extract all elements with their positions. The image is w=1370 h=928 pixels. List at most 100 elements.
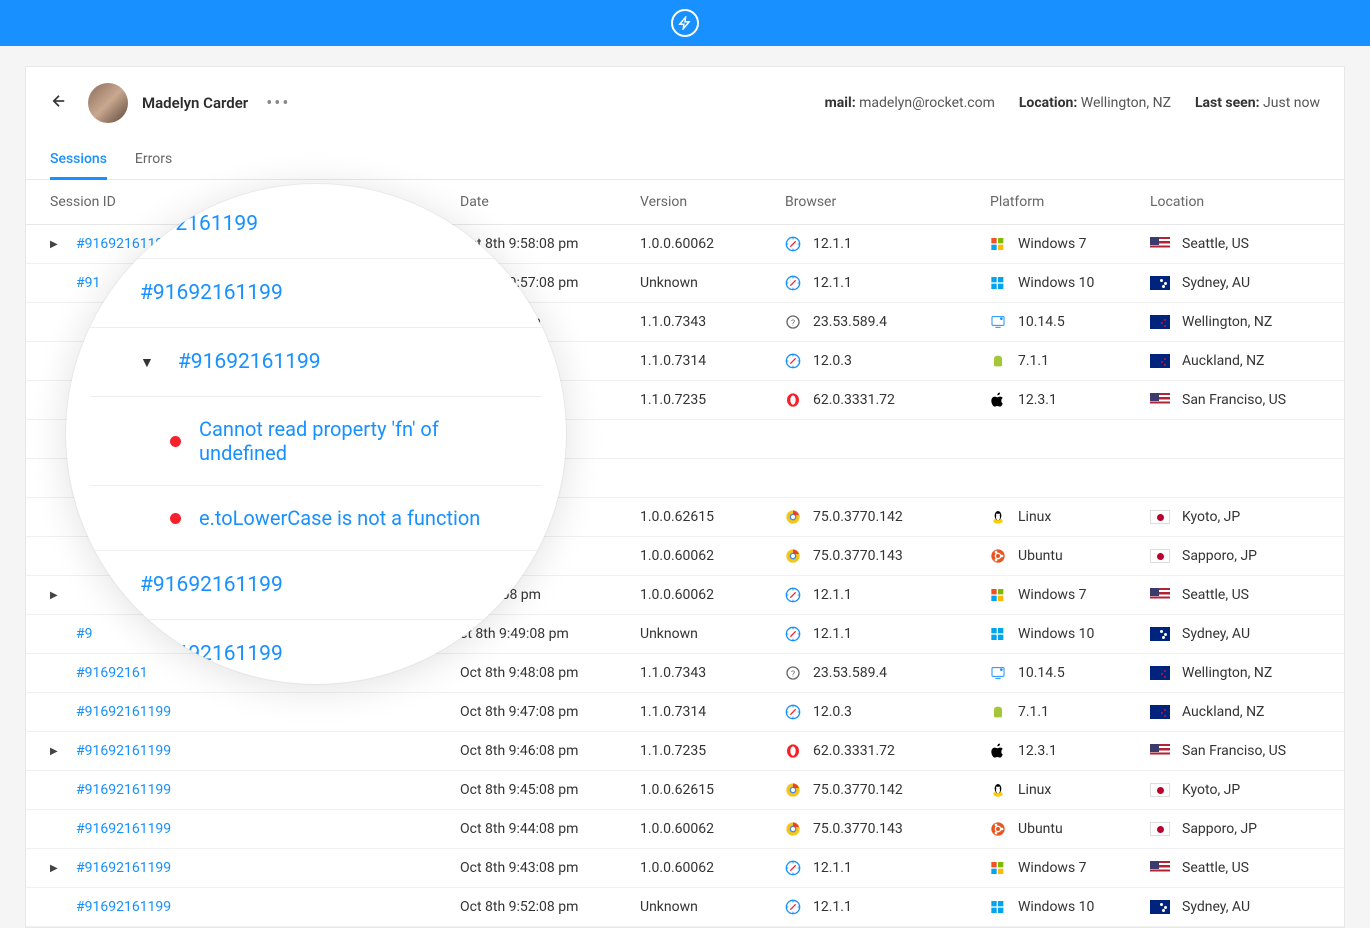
- session-id-link[interactable]: #91692161: [76, 665, 148, 681]
- chevron-down-icon[interactable]: ▼: [140, 354, 154, 371]
- session-id-link[interactable]: #91692161199: [76, 704, 171, 720]
- cell-platform: 7.1.1: [990, 704, 1150, 720]
- expand-icon[interactable]: ▶: [50, 863, 64, 874]
- mag-session-row[interactable]: #91692161199: [90, 551, 542, 620]
- cell-version: 1.0.0.60062: [640, 860, 785, 876]
- expand-icon[interactable]: ▶: [50, 239, 64, 250]
- browser-icon: [785, 353, 801, 369]
- table-row[interactable]: ▶#91692161199Oct 8th 9:46:08 pm1.1.0.723…: [26, 732, 1344, 771]
- cell-version: Unknown: [640, 275, 785, 291]
- meta-location: Location: Wellington, NZ: [1019, 95, 1171, 111]
- cell-location: San Franciso, US: [1150, 392, 1320, 408]
- cell-platform: [990, 470, 1150, 486]
- cell-platform: Windows 10: [990, 275, 1150, 291]
- cell-version: 1.0.0.62615: [640, 782, 785, 798]
- flag-icon: [1150, 354, 1170, 368]
- browser-icon: [785, 860, 801, 876]
- flag-icon: [1150, 588, 1170, 602]
- cell-date: ct 8th 9:49:08 pm: [460, 626, 640, 642]
- tabs: Sessions Errors: [26, 141, 1344, 180]
- platform-icon: [990, 392, 1006, 408]
- session-id-link[interactable]: #91: [76, 275, 100, 291]
- platform-icon: [990, 236, 1006, 252]
- cell-date: Oct 8th 9:44:08 pm: [460, 821, 640, 837]
- cell-browser: 75.0.3770.143: [785, 548, 990, 564]
- cell-version: 1.0.0.62615: [640, 509, 785, 525]
- session-id-link[interactable]: #91692161199: [76, 743, 171, 759]
- platform-icon: [990, 314, 1006, 330]
- platform-icon: [990, 743, 1006, 759]
- back-button[interactable]: [50, 92, 68, 114]
- cell-browser: 12.1.1: [785, 626, 990, 642]
- flag-icon: [1150, 666, 1170, 680]
- expand-icon[interactable]: ▶: [50, 746, 64, 757]
- session-id-link[interactable]: #9: [76, 626, 93, 642]
- platform-icon: [990, 470, 1006, 486]
- browser-icon: [785, 821, 801, 837]
- user-meta: mail: madelyn@rocket.com Location: Welli…: [825, 95, 1320, 111]
- cell-browser: 62.0.3331.72: [785, 392, 990, 408]
- flag-icon: [1150, 705, 1170, 719]
- cell-platform: Windows 10: [990, 626, 1150, 642]
- cell-date: Oct 8th 9:45:08 pm: [460, 782, 640, 798]
- session-id-link[interactable]: #91692161199: [76, 821, 171, 837]
- cell-browser: ?23.53.589.4: [785, 665, 990, 681]
- cell-browser: 75.0.3770.142: [785, 509, 990, 525]
- flag-icon: [1150, 237, 1170, 251]
- cell-version: Unknown: [640, 626, 785, 642]
- cell-browser: [785, 431, 990, 447]
- mag-session-row[interactable]: #91692161199: [90, 259, 542, 328]
- browser-icon: [785, 704, 801, 720]
- cell-location: Kyoto, JP: [1150, 782, 1320, 798]
- cell-platform: [990, 431, 1150, 447]
- platform-icon: [990, 275, 1006, 291]
- platform-icon: [990, 431, 1006, 447]
- platform-icon: [990, 353, 1006, 369]
- expand-icon[interactable]: ▶: [50, 590, 64, 601]
- cell-browser: ?23.53.589.4: [785, 314, 990, 330]
- table-row[interactable]: #91692161199Oct 8th 9:47:08 pm1.1.0.7314…: [26, 693, 1344, 732]
- session-id-link[interactable]: #91692161199: [76, 782, 171, 798]
- browser-icon: ?: [785, 665, 801, 681]
- table-row[interactable]: #91692161199 Oct 8th 9:44:08 pm1.0.0.6006…: [26, 810, 1344, 849]
- mag-error-row[interactable]: Cannot read property 'fn' of undefined: [90, 397, 542, 486]
- cell-browser: 62.0.3331.72: [785, 743, 990, 759]
- flag-icon: [1150, 900, 1170, 914]
- cell-browser: 12.1.1: [785, 899, 990, 915]
- platform-icon: [990, 704, 1006, 720]
- cell-location: Sapporo, JP: [1150, 821, 1320, 837]
- cell-location: Auckland, NZ: [1150, 353, 1320, 369]
- cell-platform: Windows 10: [990, 899, 1150, 915]
- cell-platform: 12.3.1: [990, 743, 1150, 759]
- avatar: [88, 83, 128, 123]
- table-row[interactable]: ▶#91692161199Oct 8th 9:43:08 pm1.0.0.600…: [26, 849, 1344, 888]
- browser-icon: ?: [785, 314, 801, 330]
- meta-mail: mail: madelyn@rocket.com: [825, 95, 995, 111]
- flag-icon: [1150, 822, 1170, 836]
- cell-date: Oct 8th 9:48:08 pm: [460, 665, 640, 681]
- cell-platform: Windows 7: [990, 860, 1150, 876]
- mag-session-row-expanded[interactable]: ▼#91692161199: [90, 328, 542, 397]
- tab-errors[interactable]: Errors: [135, 141, 172, 179]
- col-location: Location: [1150, 194, 1320, 210]
- cell-version: 1.0.0.60062: [640, 821, 785, 837]
- cell-date: Oct 8th 9:58:08 pm: [460, 236, 640, 252]
- table-row[interactable]: #91692161199 Oct 8th 9:45:08 pm1.0.0.6261…: [26, 771, 1344, 810]
- svg-text:?: ?: [791, 669, 795, 679]
- cell-version: 1.0.0.60062: [640, 548, 785, 564]
- error-dot-icon: [170, 436, 181, 447]
- table-row[interactable]: #91692161199Oct 8th 9:52:08 pmUnknown12.…: [26, 888, 1344, 927]
- col-browser: Browser: [785, 194, 990, 210]
- tab-sessions[interactable]: Sessions: [50, 141, 107, 180]
- more-actions-button[interactable]: •••: [266, 93, 290, 114]
- browser-icon: [785, 509, 801, 525]
- cell-location: Wellington, NZ: [1150, 665, 1320, 681]
- session-id-link[interactable]: #91692161199: [76, 860, 171, 876]
- flag-icon: [1150, 510, 1170, 524]
- cell-version: 1.1.0.7314: [640, 353, 785, 369]
- platform-icon: [990, 587, 1006, 603]
- session-id-link[interactable]: #91692161199: [76, 899, 171, 915]
- platform-icon: [990, 782, 1006, 798]
- flag-icon: [1150, 744, 1170, 758]
- mag-error-row[interactable]: e.toLowerCase is not a function: [90, 486, 542, 551]
